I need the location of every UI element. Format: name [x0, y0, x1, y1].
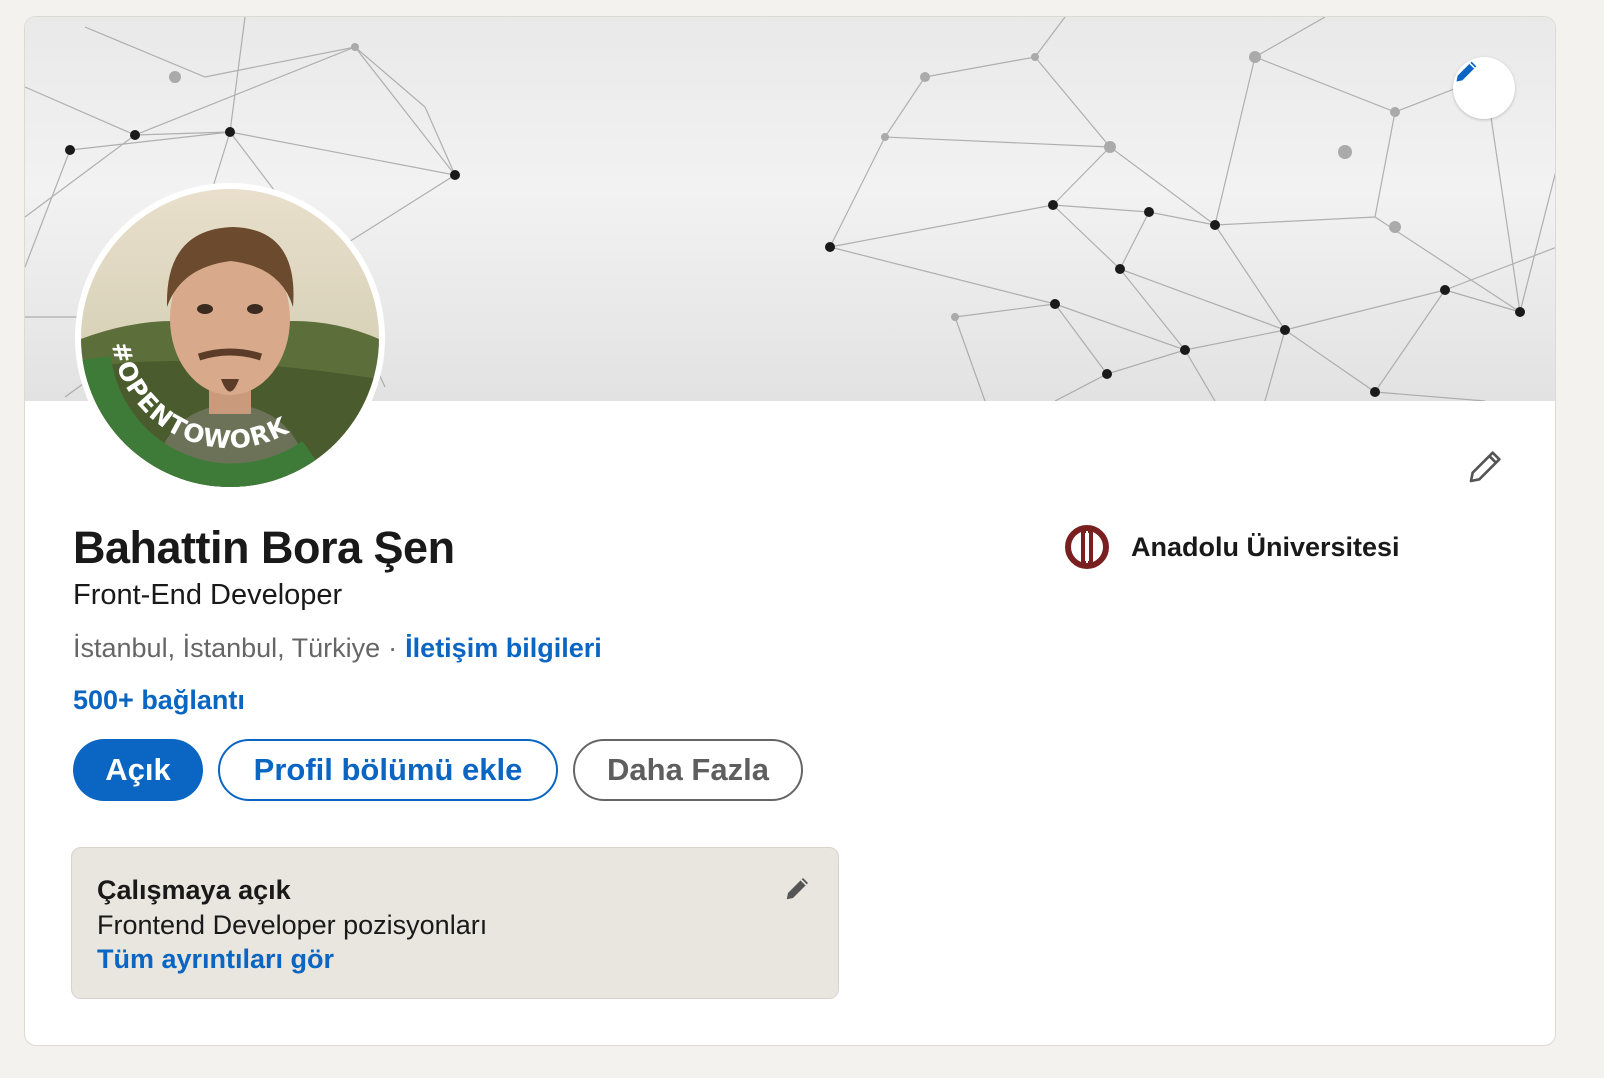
profile-location: İstanbul, İstanbul, Türkiye	[73, 633, 381, 663]
edit-banner-button[interactable]	[1453, 57, 1515, 119]
pencil-icon	[1456, 61, 1477, 82]
location-row: İstanbul, İstanbul, Türkiye · İletişim bil…	[73, 633, 602, 664]
avatar-image: #OPENTOWORK	[81, 189, 379, 487]
edit-open-to-work-button[interactable]	[780, 870, 816, 906]
otw-title: Çalışmaya açık	[97, 875, 291, 905]
profile-headline: Front-End Developer	[73, 579, 343, 611]
school-name: Anadolu Üniversitesi	[1131, 531, 1400, 562]
pencil-icon	[1469, 451, 1501, 483]
see-all-details-link[interactable]: Tüm ayrıntıları gör	[97, 944, 334, 975]
connections-link[interactable]: 500+ bağlantı	[73, 685, 245, 716]
pencil-icon	[786, 878, 808, 900]
edit-profile-button[interactable]	[1461, 441, 1511, 491]
open-to-button[interactable]: Açık	[73, 739, 203, 801]
open-to-work-card: Çalışmaya açık Frontend Developer pozisy…	[71, 847, 839, 999]
avatar: #OPENTOWORK	[81, 189, 379, 487]
contact-info-link[interactable]: İletişim bilgileri	[405, 633, 602, 663]
more-button[interactable]: Daha Fazla	[573, 739, 803, 801]
profile-photo[interactable]: #OPENTOWORK	[75, 183, 385, 493]
separator: ·	[388, 633, 398, 663]
anadolu-logo-icon	[1065, 525, 1109, 569]
otw-subtitle: Frontend Developer pozisyonları	[97, 910, 488, 940]
profile-name: Bahattin Bora Şen	[73, 522, 455, 573]
profile-card: #OPENTOWORK Bahattin Bora Şen Front-End …	[24, 16, 1556, 1046]
add-profile-section-button[interactable]: Profil bölümü ekle	[218, 739, 558, 801]
education-entry[interactable]: Anadolu Üniversitesi	[1061, 525, 1400, 569]
